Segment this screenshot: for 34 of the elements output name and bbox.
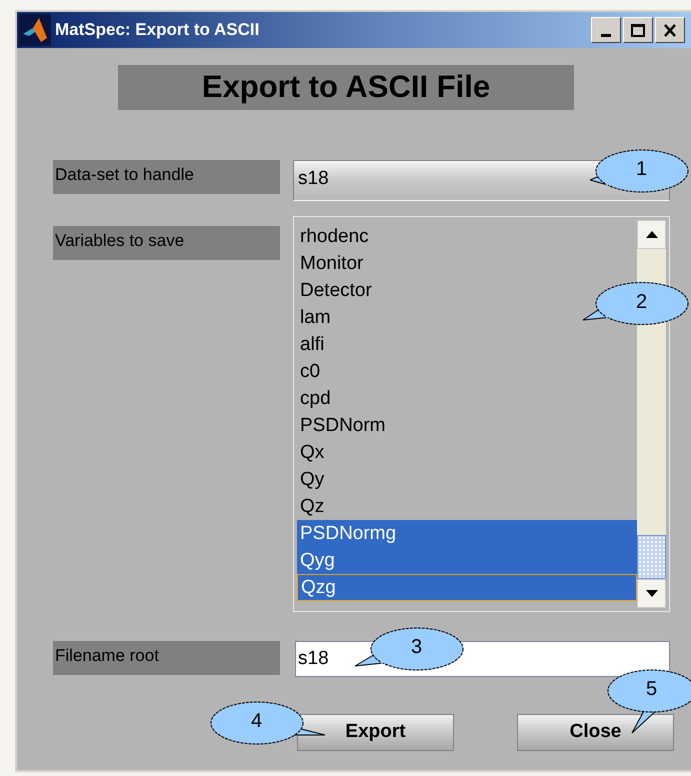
maximize-button[interactable] xyxy=(623,17,653,43)
dialog-heading: Export to ASCII File xyxy=(118,65,574,110)
list-item[interactable]: Qy xyxy=(297,466,637,493)
app-logo-icon xyxy=(19,14,51,46)
close-dialog-button[interactable]: Close xyxy=(517,714,674,751)
list-item[interactable]: Monitor xyxy=(297,250,637,277)
list-item[interactable]: Qzg xyxy=(297,574,637,601)
field-label: Data-set to handle xyxy=(53,160,280,194)
callout-label: 5 xyxy=(646,679,658,699)
scroll-thumb[interactable] xyxy=(637,535,666,579)
callout-label: 2 xyxy=(636,292,648,312)
minimize-button[interactable] xyxy=(591,17,621,43)
close-button[interactable] xyxy=(655,17,685,43)
list-item[interactable]: Qz xyxy=(297,493,637,520)
down-arrow-icon xyxy=(646,590,658,597)
field-label: Filename root xyxy=(53,641,280,675)
up-arrow-icon xyxy=(646,231,658,238)
scrollbar[interactable] xyxy=(637,220,666,608)
scroll-down-button[interactable] xyxy=(637,579,666,608)
field-label: Variables to save xyxy=(53,226,280,260)
window-title: MatSpec: Export to ASCII xyxy=(55,19,260,42)
scroll-up-button[interactable] xyxy=(637,220,666,249)
close-icon xyxy=(663,24,677,36)
list-item[interactable]: cpd xyxy=(297,385,637,412)
list-item[interactable]: Qx xyxy=(297,439,637,466)
list-item[interactable]: c0 xyxy=(297,358,637,385)
list-item[interactable]: alfi xyxy=(297,331,637,358)
export-button[interactable]: Export xyxy=(297,714,454,751)
callout-label: 1 xyxy=(636,159,648,179)
list-item[interactable]: PSDNormg xyxy=(297,520,637,547)
list-item[interactable]: Qyg xyxy=(297,547,637,574)
list-item[interactable]: rhodenc xyxy=(297,223,637,250)
callout-label: 4 xyxy=(251,711,262,731)
list-item[interactable]: PSDNorm xyxy=(297,412,637,439)
